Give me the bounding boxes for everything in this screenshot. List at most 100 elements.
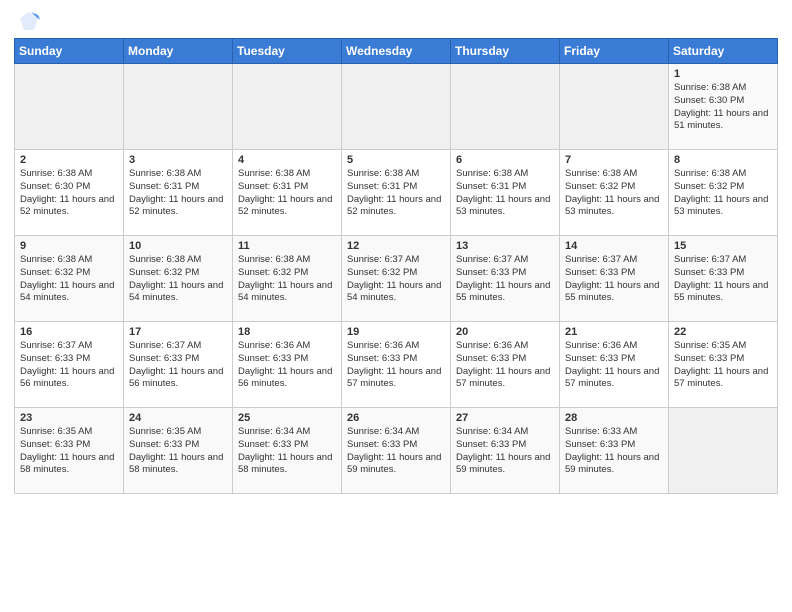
calendar-cell: [15, 64, 124, 150]
day-number: 21: [565, 326, 663, 338]
day-header-thursday: Thursday: [451, 39, 560, 64]
day-info: Sunrise: 6:37 AM Sunset: 6:33 PM Dayligh…: [565, 254, 663, 305]
day-number: 11: [238, 240, 336, 252]
day-number: 24: [129, 412, 227, 424]
day-number: 8: [674, 154, 772, 166]
calendar-cell: 20Sunrise: 6:36 AM Sunset: 6:33 PM Dayli…: [451, 322, 560, 408]
day-header-wednesday: Wednesday: [342, 39, 451, 64]
calendar-cell: 18 Sunrise: 6:36 AM Sunset: 6:33 PM Dayli…: [233, 322, 342, 408]
day-number: 7: [565, 154, 663, 166]
day-number: 3: [129, 154, 227, 166]
calendar-header-row: SundayMondayTuesdayWednesdayThursdayFrid…: [15, 39, 778, 64]
day-info: Sunrise: 6:38 AM Sunset: 6:32 PM Dayligh…: [238, 254, 336, 305]
logo-icon: [18, 10, 40, 32]
day-number: 5: [347, 154, 445, 166]
day-info: Sunrise: 6:34 AM Sunset: 6:33 PM Dayligh…: [238, 426, 336, 477]
calendar-cell: 26 Sunrise: 6:34 AM Sunset: 6:33 PM Dayli…: [342, 408, 451, 494]
day-number: 26: [347, 412, 445, 424]
day-info: Sunrise: 6:35 AM Sunset: 6:33 PM Dayligh…: [129, 426, 227, 477]
day-info: Sunrise: 6:38 AM Sunset: 6:32 PM Dayligh…: [129, 254, 227, 305]
day-info: Sunrise: 6:36 AM Sunset: 6:33 PM Dayligh…: [238, 340, 336, 391]
calendar-cell: 14 Sunrise: 6:37 AM Sunset: 6:33 PM Dayli…: [560, 236, 669, 322]
day-number: 16: [20, 326, 118, 338]
day-number: 10: [129, 240, 227, 252]
day-info: Sunrise: 6:37 AM Sunset: 6:33 PM Dayligh…: [674, 254, 772, 305]
calendar-week-1: 1Sunrise: 6:38 AM Sunset: 6:30 PM Daylig…: [15, 64, 778, 150]
day-number: 13: [456, 240, 554, 252]
header: [14, 10, 778, 32]
calendar-week-3: 9 Sunrise: 6:38 AM Sunset: 6:32 PM Daylig…: [15, 236, 778, 322]
calendar-cell: [342, 64, 451, 150]
day-number: 9: [20, 240, 118, 252]
day-info: Sunrise: 6:38 AM Sunset: 6:31 PM Dayligh…: [129, 168, 227, 219]
calendar-cell: [233, 64, 342, 150]
calendar-cell: [124, 64, 233, 150]
calendar-cell: 4 Sunrise: 6:38 AM Sunset: 6:31 PM Daylig…: [233, 150, 342, 236]
calendar-cell: 23 Sunrise: 6:35 AM Sunset: 6:33 PM Dayli…: [15, 408, 124, 494]
calendar-cell: 11 Sunrise: 6:38 AM Sunset: 6:32 PM Dayli…: [233, 236, 342, 322]
day-info: Sunrise: 6:35 AM Sunset: 6:33 PM Dayligh…: [674, 340, 772, 391]
logo: [14, 10, 40, 32]
day-number: 19: [347, 326, 445, 338]
day-number: 27: [456, 412, 554, 424]
page: SundayMondayTuesdayWednesdayThursdayFrid…: [0, 0, 792, 504]
calendar-cell: 2 Sunrise: 6:38 AM Sunset: 6:30 PM Daylig…: [15, 150, 124, 236]
calendar-table: SundayMondayTuesdayWednesdayThursdayFrid…: [14, 38, 778, 494]
calendar-cell: 13 Sunrise: 6:37 AM Sunset: 6:33 PM Dayli…: [451, 236, 560, 322]
calendar-cell: 24 Sunrise: 6:35 AM Sunset: 6:33 PM Dayli…: [124, 408, 233, 494]
calendar-cell: 10 Sunrise: 6:38 AM Sunset: 6:32 PM Dayli…: [124, 236, 233, 322]
calendar-cell: 7Sunrise: 6:38 AM Sunset: 6:32 PM Daylig…: [560, 150, 669, 236]
calendar-cell: 27 Sunrise: 6:34 AM Sunset: 6:33 PM Dayli…: [451, 408, 560, 494]
day-info: Sunrise: 6:38 AM Sunset: 6:31 PM Dayligh…: [456, 168, 554, 219]
day-number: 17: [129, 326, 227, 338]
calendar-cell: 16Sunrise: 6:37 AM Sunset: 6:33 PM Dayli…: [15, 322, 124, 408]
day-number: 1: [674, 68, 772, 80]
day-info: Sunrise: 6:38 AM Sunset: 6:32 PM Dayligh…: [20, 254, 118, 305]
day-number: 23: [20, 412, 118, 424]
day-number: 15: [674, 240, 772, 252]
calendar-cell: 25 Sunrise: 6:34 AM Sunset: 6:33 PM Dayli…: [233, 408, 342, 494]
day-info: Sunrise: 6:35 AM Sunset: 6:33 PM Dayligh…: [20, 426, 118, 477]
day-info: Sunrise: 6:38 AM Sunset: 6:31 PM Dayligh…: [238, 168, 336, 219]
calendar-cell: 5 Sunrise: 6:38 AM Sunset: 6:31 PM Daylig…: [342, 150, 451, 236]
day-number: 28: [565, 412, 663, 424]
day-info: Sunrise: 6:34 AM Sunset: 6:33 PM Dayligh…: [456, 426, 554, 477]
day-number: 2: [20, 154, 118, 166]
calendar-cell: 21 Sunrise: 6:36 AM Sunset: 6:33 PM Dayli…: [560, 322, 669, 408]
day-header-sunday: Sunday: [15, 39, 124, 64]
calendar-cell: 9 Sunrise: 6:38 AM Sunset: 6:32 PM Daylig…: [15, 236, 124, 322]
day-info: Sunrise: 6:38 AM Sunset: 6:32 PM Dayligh…: [674, 168, 772, 219]
day-header-monday: Monday: [124, 39, 233, 64]
calendar-cell: 1Sunrise: 6:38 AM Sunset: 6:30 PM Daylig…: [669, 64, 778, 150]
day-header-tuesday: Tuesday: [233, 39, 342, 64]
day-info: Sunrise: 6:37 AM Sunset: 6:33 PM Dayligh…: [129, 340, 227, 391]
calendar-week-5: 23 Sunrise: 6:35 AM Sunset: 6:33 PM Dayli…: [15, 408, 778, 494]
calendar-cell: 28 Sunrise: 6:33 AM Sunset: 6:33 PM Dayli…: [560, 408, 669, 494]
day-number: 12: [347, 240, 445, 252]
day-number: 4: [238, 154, 336, 166]
day-info: Sunrise: 6:38 AM Sunset: 6:31 PM Dayligh…: [347, 168, 445, 219]
calendar-cell: 3 Sunrise: 6:38 AM Sunset: 6:31 PM Daylig…: [124, 150, 233, 236]
calendar-cell: 17 Sunrise: 6:37 AM Sunset: 6:33 PM Dayli…: [124, 322, 233, 408]
day-info: Sunrise: 6:36 AM Sunset: 6:33 PM Dayligh…: [456, 340, 554, 391]
calendar-cell: [669, 408, 778, 494]
calendar-cell: 22 Sunrise: 6:35 AM Sunset: 6:33 PM Dayli…: [669, 322, 778, 408]
day-number: 18: [238, 326, 336, 338]
day-info: Sunrise: 6:37 AM Sunset: 6:33 PM Dayligh…: [456, 254, 554, 305]
calendar-cell: [560, 64, 669, 150]
day-info: Sunrise: 6:36 AM Sunset: 6:33 PM Dayligh…: [347, 340, 445, 391]
day-info: Sunrise: 6:33 AM Sunset: 6:33 PM Dayligh…: [565, 426, 663, 477]
day-header-saturday: Saturday: [669, 39, 778, 64]
day-info: Sunrise: 6:36 AM Sunset: 6:33 PM Dayligh…: [565, 340, 663, 391]
calendar-cell: [451, 64, 560, 150]
calendar-cell: 19 Sunrise: 6:36 AM Sunset: 6:33 PM Dayli…: [342, 322, 451, 408]
calendar-cell: 8 Sunrise: 6:38 AM Sunset: 6:32 PM Daylig…: [669, 150, 778, 236]
day-info: Sunrise: 6:38 AM Sunset: 6:30 PM Dayligh…: [20, 168, 118, 219]
day-number: 6: [456, 154, 554, 166]
day-number: 25: [238, 412, 336, 424]
day-number: 22: [674, 326, 772, 338]
calendar-cell: 15 Sunrise: 6:37 AM Sunset: 6:33 PM Dayli…: [669, 236, 778, 322]
calendar-week-2: 2 Sunrise: 6:38 AM Sunset: 6:30 PM Daylig…: [15, 150, 778, 236]
day-info: Sunrise: 6:34 AM Sunset: 6:33 PM Dayligh…: [347, 426, 445, 477]
day-number: 14: [565, 240, 663, 252]
